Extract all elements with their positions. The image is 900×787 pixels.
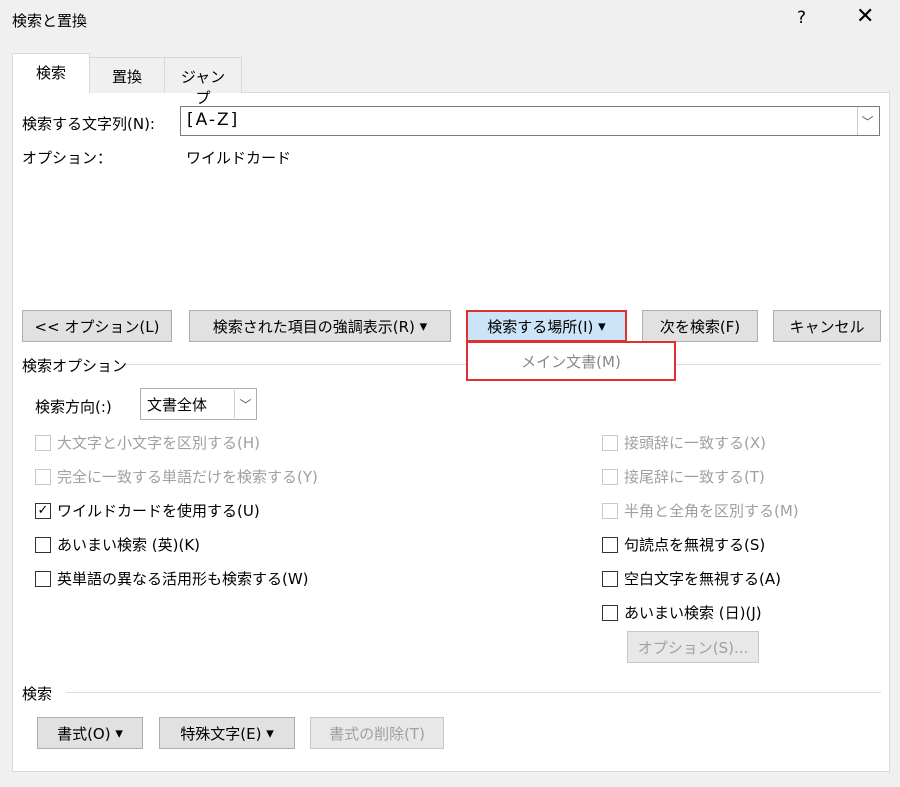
checkbox-right-5[interactable]: あいまい検索 (日)(J) [602, 602, 762, 623]
checkbox-label: 接頭辞に一致する(X) [624, 434, 766, 452]
caret-down-icon: ▾ [261, 724, 274, 742]
search-options-heading: 検索オプション [22, 357, 128, 375]
checkbox-box[interactable] [602, 536, 618, 553]
less-options-button[interactable]: << オプション(L) [22, 310, 172, 342]
checkbox-left-1[interactable]: 完全に一致する単語だけを検索する(Y) [35, 466, 318, 487]
checkbox-label: 接尾辞に一致する(T) [624, 468, 765, 486]
checkbox-label: ワイルドカードを使用する(U) [57, 502, 260, 520]
checkbox-left-2[interactable]: ✓ ワイルドカードを使用する(U) [35, 500, 260, 521]
options-label: オプション： [22, 149, 113, 167]
checkbox-box[interactable] [602, 502, 618, 519]
tab-replace[interactable]: 置換 [89, 57, 165, 93]
tab-find[interactable]: 検索 [12, 53, 90, 94]
checkbox-box[interactable] [602, 570, 618, 587]
fuzzy-options-button[interactable]: オプション(S)... [627, 631, 759, 663]
direction-value: 文書全体 [147, 395, 208, 414]
checkbox-right-0[interactable]: 接頭辞に一致する(X) [602, 432, 766, 453]
checkbox-box[interactable] [602, 604, 618, 621]
checkbox-right-1[interactable]: 接尾辞に一致する(T) [602, 466, 765, 487]
clear-format-button[interactable]: 書式の削除(T) [310, 717, 444, 749]
direction-select[interactable]: 文書全体 ﹀ [140, 388, 257, 420]
caret-down-icon: ▾ [593, 317, 606, 335]
find-in-label: 検索する場所(I) [487, 317, 594, 336]
close-button[interactable]: ✕ [856, 4, 874, 29]
checkbox-right-2[interactable]: 半角と全角を区別する(M) [602, 500, 799, 521]
find-input[interactable]: [A-Z] ﹀ [180, 106, 880, 136]
cancel-button[interactable]: キャンセル [773, 310, 881, 342]
checkbox-label: 半角と全角を区別する(M) [624, 502, 799, 520]
dialog-title: 検索と置換 [12, 12, 88, 30]
checkbox-label: あいまい検索 (英)(K) [57, 536, 201, 554]
direction-label: 検索方向(:) [35, 398, 112, 416]
chevron-down-icon[interactable]: ﹀ [857, 107, 879, 135]
special-button[interactable]: 特殊文字(E) ▾ [159, 717, 295, 749]
checkbox-label: 英単語の異なる活用形も検索する(W) [57, 570, 309, 588]
checkbox-left-0[interactable]: 大文字と小文字を区別する(H) [35, 432, 260, 453]
highlight-button[interactable]: 検索された項目の強調表示(R) ▾ [189, 310, 451, 342]
caret-down-icon: ▾ [414, 317, 428, 335]
format-label: 書式(O) [57, 724, 111, 743]
options-value: ワイルドカード [186, 149, 292, 167]
find-value: [A-Z] [187, 110, 240, 130]
caret-down-icon: ▾ [110, 724, 123, 742]
checkbox-label: 空白文字を無視する(A) [624, 570, 781, 588]
checkbox-left-4[interactable]: 英単語の異なる活用形も検索する(W) [35, 568, 309, 589]
checkbox-right-3[interactable]: 句読点を無視する(S) [602, 534, 765, 555]
checkbox-box[interactable] [35, 468, 51, 485]
highlight-label: 検索された項目の強調表示(R) [212, 317, 415, 336]
find-next-button[interactable]: 次を検索(F) [642, 310, 758, 342]
checkbox-box[interactable] [35, 536, 51, 553]
checkmark-icon[interactable]: ✓ [35, 502, 51, 519]
find-label: 検索する文字列(N): [22, 115, 155, 133]
dropdown-item-main-document[interactable]: メイン文書(M) [466, 341, 676, 381]
find-in-button[interactable]: 検索する場所(I) ▾ [466, 310, 627, 342]
checkbox-label: 完全に一致する単語だけを検索する(Y) [57, 468, 318, 486]
checkbox-box[interactable] [35, 434, 51, 451]
checkbox-label: 句読点を無視する(S) [624, 536, 766, 554]
checkbox-right-4[interactable]: 空白文字を無視する(A) [602, 568, 781, 589]
checkbox-box[interactable] [602, 468, 618, 485]
checkbox-label: 大文字と小文字を区別する(H) [57, 434, 260, 452]
search-heading: 検索 [22, 685, 53, 703]
checkbox-left-3[interactable]: あいまい検索 (英)(K) [35, 534, 200, 555]
help-button[interactable]: ? [797, 8, 806, 28]
special-label: 特殊文字(E) [180, 724, 262, 743]
divider [66, 692, 881, 693]
tab-goto[interactable]: ジャンプ [164, 57, 242, 107]
format-button[interactable]: 書式(O) ▾ [37, 717, 143, 749]
checkbox-label: あいまい検索 (日)(J) [624, 604, 762, 622]
checkbox-box[interactable] [35, 570, 51, 587]
chevron-down-icon[interactable]: ﹀ [234, 390, 256, 418]
checkbox-box[interactable] [602, 434, 618, 451]
